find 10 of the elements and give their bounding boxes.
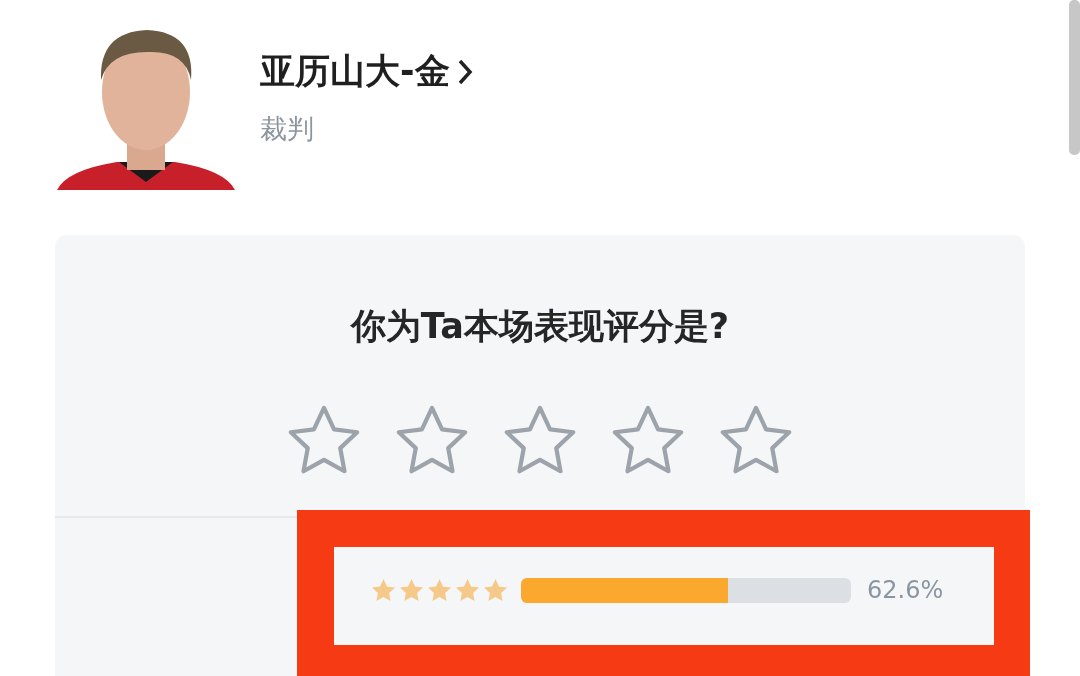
percentage-label: 62.6% — [867, 576, 944, 604]
profile-name[interactable]: 亚历山大-金 — [260, 48, 450, 95]
profile-role: 裁判 — [260, 112, 315, 146]
star-icon — [426, 576, 453, 604]
star-icon — [370, 576, 397, 604]
star-icon — [482, 576, 509, 604]
scrollbar[interactable] — [1069, 0, 1080, 155]
star-icon — [398, 576, 425, 604]
rating-question: 你为Ta本场表现评分是? — [350, 305, 730, 348]
star-icon — [454, 576, 481, 604]
